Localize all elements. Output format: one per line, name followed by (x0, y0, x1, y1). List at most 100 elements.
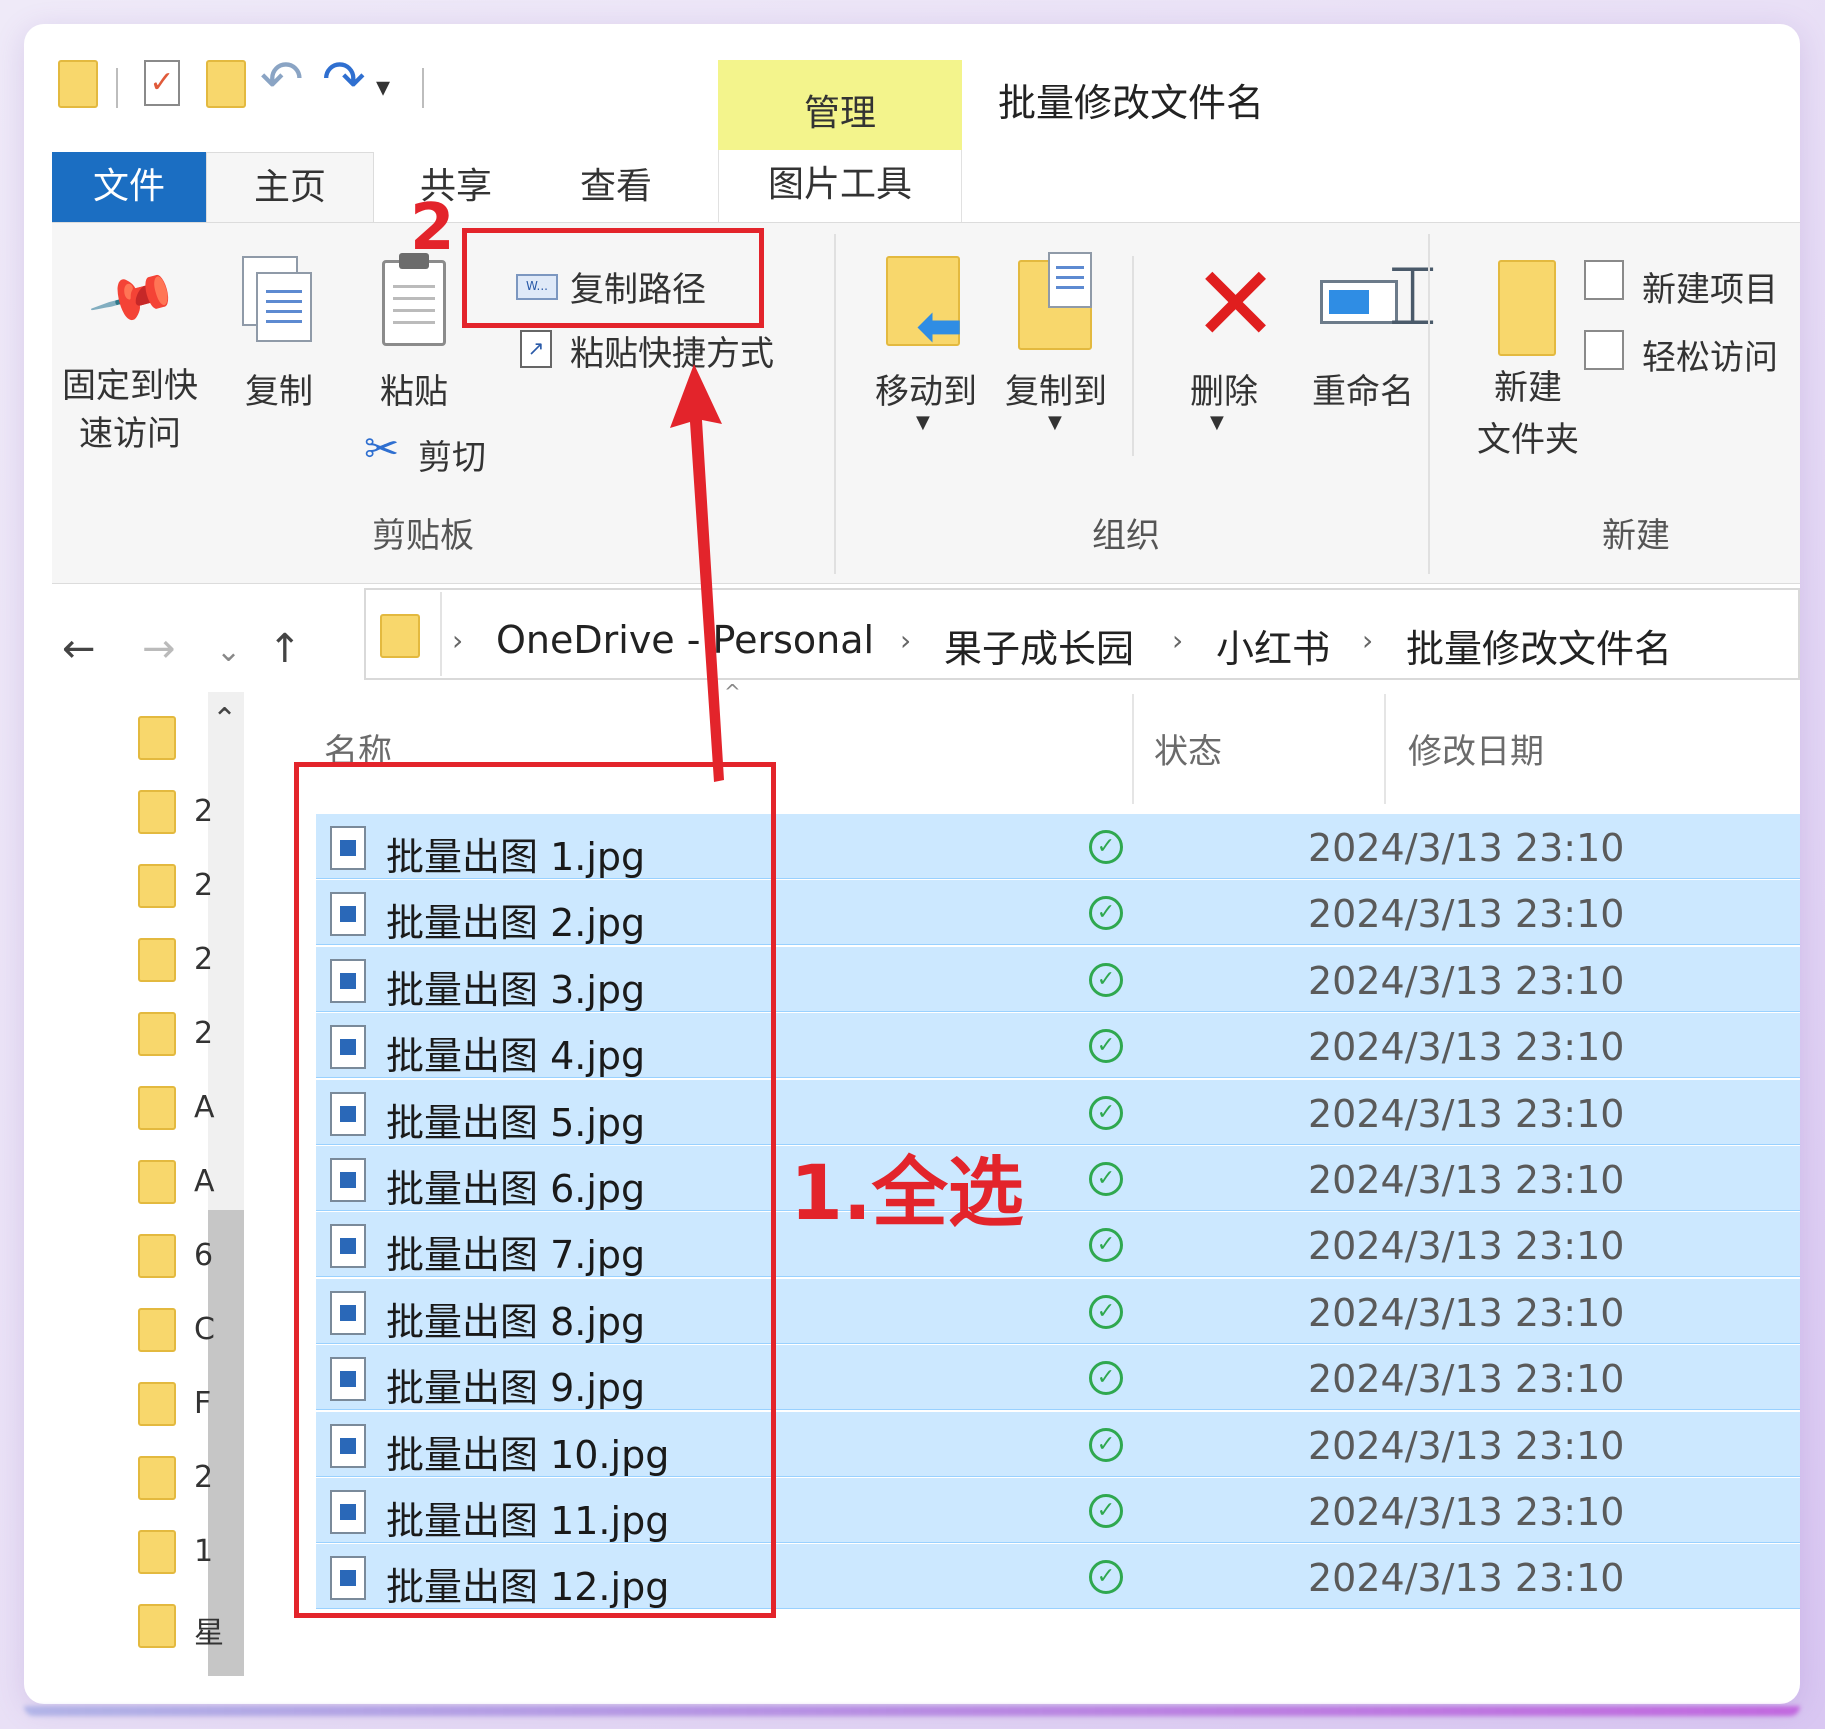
up-icon[interactable]: ↑ (268, 626, 302, 672)
folder-icon[interactable] (138, 790, 176, 834)
copy-icon (242, 256, 312, 342)
forward-icon[interactable]: → (142, 626, 176, 672)
file-date: 2024/3/13 23:10 (1308, 1490, 1625, 1534)
group-label-new: 新建 (1602, 516, 1670, 556)
nav-folder-label[interactable]: 2 (194, 942, 213, 977)
nav-scrollbar-thumb[interactable] (208, 1210, 244, 1676)
paste-shortcut-icon: ↗ (520, 330, 552, 368)
nav-folder-label[interactable]: 星 (194, 1608, 224, 1652)
address-divider (440, 592, 442, 676)
back-icon[interactable]: ← (62, 626, 96, 672)
annotation-step-1: 1.全选 (790, 1148, 1024, 1237)
folder-icon[interactable] (138, 716, 176, 760)
annotation-arrow (670, 364, 724, 782)
check-circle-icon: ✓ (1089, 1427, 1123, 1462)
file-date: 2024/3/13 23:10 (1308, 1025, 1625, 1070)
check-circle-icon: ✓ (1089, 896, 1123, 931)
paste-button[interactable]: 粘贴 (364, 364, 464, 413)
nav-folder-label[interactable]: 1 (194, 1534, 213, 1569)
new-folder-icon (1498, 260, 1556, 356)
folder-icon[interactable] (138, 1604, 176, 1648)
new-folder-quick-icon[interactable] (206, 60, 246, 108)
delete-button[interactable]: 删除 (1164, 364, 1284, 413)
customize-toolbar-icon[interactable]: ▾ (376, 70, 390, 103)
easy-access-button[interactable]: 轻松访问 (1642, 330, 1800, 379)
copy-button[interactable]: 复制 (224, 364, 334, 413)
undo-icon[interactable]: ↶ (260, 50, 304, 110)
chevron-right-icon[interactable]: › (900, 624, 911, 657)
folder-icon[interactable] (138, 1234, 176, 1278)
breadcrumb-current[interactable]: 批量修改文件名 (1406, 618, 1672, 673)
paste-icon (382, 253, 446, 346)
file-date: 2024/3/13 23:10 (1308, 1290, 1625, 1335)
annotation-box-files (294, 762, 776, 1618)
nav-folder-label[interactable]: 2 (194, 1460, 213, 1495)
chevron-right-icon[interactable]: › (452, 624, 463, 657)
tab-share[interactable]: 共享 (376, 152, 536, 222)
move-to-button[interactable]: 移动到 (856, 364, 996, 413)
toolbar-divider (422, 68, 424, 108)
nav-folder-label[interactable]: 2 (194, 868, 213, 903)
check-circle-icon: ✓ (1089, 830, 1123, 864)
folder-icon[interactable] (138, 1086, 176, 1130)
new-item-icon (1584, 260, 1624, 300)
rename-button[interactable]: 重命名 (1286, 364, 1440, 413)
folder-icon (380, 614, 420, 658)
column-divider[interactable] (1132, 694, 1134, 804)
chevron-right-icon[interactable]: › (1362, 624, 1373, 657)
window-shadow (24, 1706, 1800, 1716)
pin-quick-access-button[interactable]: 固定到快 速访问 (48, 362, 212, 458)
folder-icon[interactable] (138, 1308, 176, 1352)
cut-button[interactable]: 剪切 (418, 430, 486, 479)
check-circle-icon: ✓ (1089, 1095, 1123, 1130)
folder-icon[interactable] (138, 938, 176, 982)
tab-picture-tools[interactable]: 图片工具 (718, 150, 962, 222)
tab-file[interactable]: 文件 (52, 152, 206, 222)
group-divider (834, 234, 836, 574)
easy-access-icon (1584, 330, 1624, 370)
check-circle-icon: ✓ (1089, 1294, 1123, 1329)
folder-icon[interactable] (58, 60, 98, 108)
context-tab-manage[interactable]: 管理 (718, 60, 962, 150)
column-header-status[interactable]: 状态 (1154, 724, 1222, 773)
explorer-window: ✓ ↶ ↷ ▾ 管理 批量修改文件名 文件 主页 共享 查看 图片工具 📌 固定… (24, 24, 1800, 1704)
chevron-right-icon[interactable]: › (1172, 624, 1183, 657)
column-header-date[interactable]: 修改日期 (1408, 724, 1544, 773)
nav-folder-label[interactable]: 2 (194, 794, 213, 829)
rename-icon (1320, 280, 1398, 324)
group-divider (1428, 234, 1430, 574)
breadcrumb-xiaohongshu[interactable]: 小红书 (1216, 618, 1330, 673)
file-date: 2024/3/13 23:10 (1308, 892, 1625, 937)
file-date: 2024/3/13 23:10 (1308, 1556, 1625, 1601)
nav-folder-label[interactable]: 6 (194, 1238, 213, 1273)
tab-home[interactable]: 主页 (206, 152, 374, 232)
copy-to-button[interactable]: 复制到 (986, 364, 1126, 413)
new-folder-button[interactable]: 新建 文件夹 (1448, 362, 1608, 466)
nav-folder-label[interactable]: F (194, 1386, 211, 1421)
scissors-icon: ✂ (364, 424, 400, 473)
redo-icon[interactable]: ↷ (322, 50, 366, 110)
folder-icon[interactable] (138, 1382, 176, 1426)
nav-folder-label[interactable]: A (194, 1090, 215, 1125)
chevron-down-icon[interactable]: ▼ (1048, 412, 1062, 433)
folder-icon[interactable] (138, 864, 176, 908)
properties-icon[interactable]: ✓ (144, 60, 180, 106)
new-item-button[interactable]: 新建项目 (1642, 262, 1800, 311)
chevron-down-icon[interactable]: ▼ (1210, 412, 1224, 433)
tab-view[interactable]: 查看 (536, 152, 696, 222)
nav-folder-label[interactable]: C (194, 1312, 215, 1347)
scroll-up-icon[interactable]: ⌃ (212, 702, 237, 737)
column-divider[interactable] (1384, 694, 1386, 804)
folder-icon[interactable] (138, 1012, 176, 1056)
group-label-clipboard: 剪贴板 (372, 516, 474, 556)
nav-folder-label[interactable]: A (194, 1164, 215, 1199)
check-circle-icon: ✓ (1089, 1162, 1123, 1196)
file-date: 2024/3/13 23:10 (1308, 958, 1625, 1003)
nav-folder-label[interactable]: 2 (194, 1016, 213, 1051)
chevron-down-icon[interactable]: ▼ (916, 412, 930, 433)
folder-icon[interactable] (138, 1530, 176, 1574)
folder-icon[interactable] (138, 1160, 176, 1204)
breadcrumb-guozi[interactable]: 果子成长园 (944, 618, 1134, 673)
recent-locations-icon[interactable]: ⌄ (216, 634, 241, 669)
folder-icon[interactable] (138, 1456, 176, 1500)
